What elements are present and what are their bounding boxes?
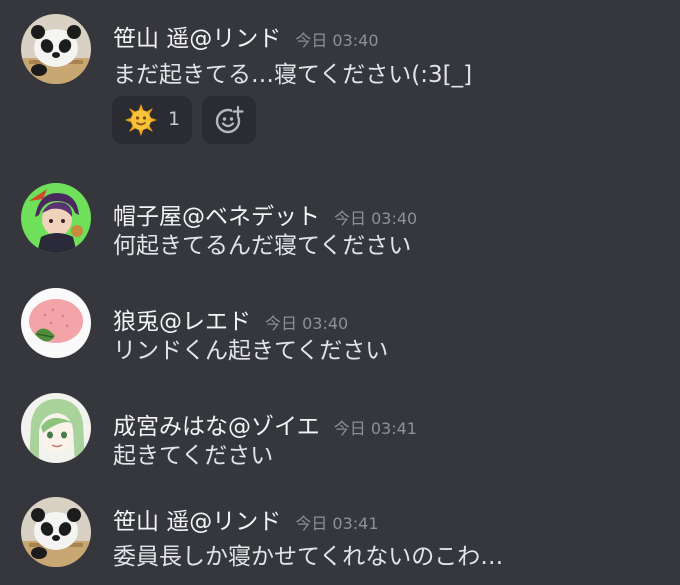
panda-avatar-image — [21, 497, 91, 567]
avatar[interactable] — [21, 393, 91, 463]
message-text: 委員長しか寝かせてくれないのこわ… — [113, 544, 504, 570]
timestamp[interactable]: 今日 03:40 — [295, 31, 378, 50]
mochi-avatar-image — [21, 288, 91, 358]
message-text: まだ起きてる…寝てください(:3[_] — [113, 62, 473, 88]
message-header: 笹山 遥@リンド 今日 03:40 — [113, 19, 379, 53]
message-text: 何起きてるんだ寝てください — [113, 233, 412, 259]
message-item: 帽子屋@ベネデット 今日 03:40 何起きてるんだ寝てください — [0, 170, 680, 275]
avatar[interactable] — [21, 14, 91, 84]
message-item: 成宮みはな@ゾイエ 今日 03:41 起きてください — [0, 380, 680, 485]
character-avatar-image — [21, 393, 91, 463]
message-item: 笹山 遥@リンド 今日 03:41 委員長しか寝かせてくれないのこわ… — [0, 485, 680, 585]
reaction-sun[interactable]: 1 — [112, 96, 192, 144]
username[interactable]: 笹山 遥@リンド — [113, 26, 281, 52]
message-text: 起きてください — [113, 443, 274, 469]
add-reaction-icon — [215, 105, 244, 134]
sun-emoji-icon — [125, 104, 157, 136]
character-avatar-image — [21, 183, 91, 253]
avatar[interactable] — [21, 497, 91, 567]
message-header: 笹山 遥@リンド 今日 03:41 — [113, 502, 379, 536]
reaction-count: 1 — [168, 108, 181, 130]
add-reaction-button[interactable] — [202, 96, 256, 144]
timestamp[interactable]: 今日 03:41 — [295, 514, 378, 533]
message-text: リンドくん起きてください — [113, 338, 389, 364]
panda-avatar-image — [21, 14, 91, 84]
message-item: 狼兎@レエド 今日 03:40 リンドくん起きてください — [0, 275, 680, 380]
avatar[interactable] — [21, 183, 91, 253]
username[interactable]: 笹山 遥@リンド — [113, 509, 281, 535]
timestamp[interactable]: 今日 03:41 — [334, 419, 417, 438]
avatar[interactable] — [21, 288, 91, 358]
message-item: 笹山 遥@リンド 今日 03:40 まだ起きてる…寝てください(:3[_] 1 — [0, 0, 680, 160]
